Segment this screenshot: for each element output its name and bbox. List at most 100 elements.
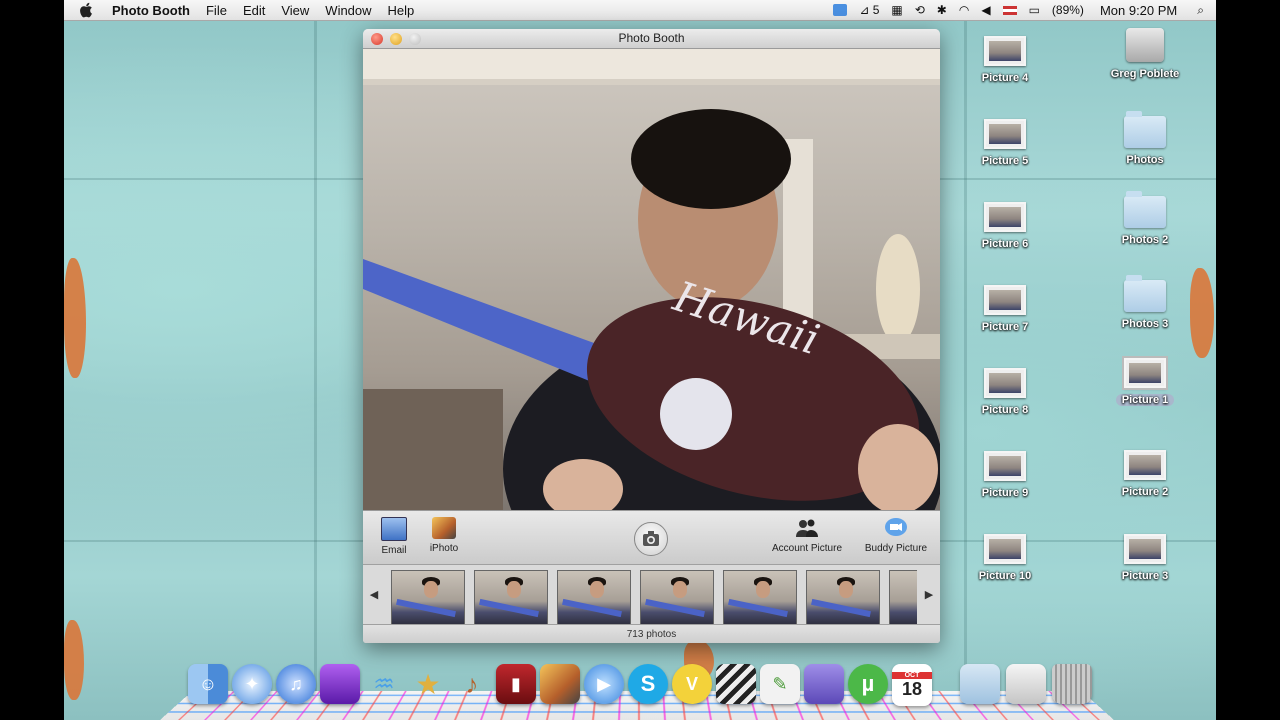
spaces-icon[interactable] xyxy=(833,4,848,16)
menu-edit[interactable]: Edit xyxy=(235,3,273,18)
volume-icon[interactable]: ◀ xyxy=(981,3,990,17)
thumbnail-image xyxy=(391,570,465,627)
menu-view[interactable]: View xyxy=(273,3,317,18)
downloads-folder-icon[interactable] xyxy=(960,664,1000,704)
camera-preview-image: Hawaii xyxy=(363,49,940,510)
desktop-picture-file[interactable]: Picture 7 xyxy=(955,285,1055,333)
imovie-icon[interactable]: ★ xyxy=(408,664,448,704)
photo-booth-window: Photo Booth Hawaii Email iPhoto Account … xyxy=(363,29,940,643)
status-area: ⊿ 5 ▦ ⟲ ✱ ◠ ◀ ▭ (89%) Mon 9:20 PM ⌕ xyxy=(827,3,1216,18)
account-people-icon xyxy=(796,519,818,537)
folder-icon xyxy=(1124,191,1166,228)
ical-month: OCT xyxy=(892,672,932,679)
menu-app-name[interactable]: Photo Booth xyxy=(104,3,198,18)
desktop-picture-file[interactable]: Picture 9 xyxy=(955,451,1055,499)
picture-file-icon xyxy=(1124,450,1166,480)
close-button[interactable] xyxy=(371,33,383,45)
photo-toolbar: Email iPhoto Account Picture Buddy Pictu… xyxy=(363,510,940,564)
desktop-folder[interactable]: Photos 2 xyxy=(1095,191,1195,246)
spotlight-icon[interactable]: ⌕ xyxy=(1197,3,1204,18)
picture-file-icon xyxy=(1124,534,1166,564)
desktop-icon-label: Photos 2 xyxy=(1121,234,1169,246)
desktop-picture-file[interactable]: Picture 3 xyxy=(1095,534,1195,582)
desktop-picture-file[interactable]: Picture 1 xyxy=(1095,356,1195,406)
input-flag-icon[interactable] xyxy=(1002,5,1017,15)
garageband-icon[interactable]: ♪ xyxy=(452,664,492,704)
desktop-picture-file[interactable]: Picture 8 xyxy=(955,368,1055,416)
window-titlebar[interactable]: Photo Booth xyxy=(363,29,940,49)
desktop-icon-label: Photos xyxy=(1126,154,1164,166)
utorrent-icon[interactable]: µ xyxy=(848,664,888,704)
zoom-button[interactable] xyxy=(409,33,421,45)
desktop-icon-label: Picture 8 xyxy=(981,404,1029,416)
documents-icon[interactable] xyxy=(1006,664,1046,704)
ical-icon[interactable]: OCT 18 xyxy=(892,664,932,706)
desktop-icon-label: Picture 6 xyxy=(981,238,1029,250)
trash-icon[interactable] xyxy=(1052,664,1092,704)
scroll-left-arrow[interactable]: ◀ xyxy=(363,565,385,625)
desktop: Photo Booth File Edit View Window Help ⊿… xyxy=(64,0,1216,720)
vlc-icon[interactable]: V xyxy=(672,664,712,704)
desktop-picture-file[interactable]: Picture 10 xyxy=(955,534,1055,582)
dashboard-icon[interactable]: ♒ xyxy=(364,664,404,704)
desktop-icon-label: Picture 3 xyxy=(1121,570,1169,582)
dock: ☺ ✦ ♫ ♒ ★ ♪ ▮ ▶ S V ✎ µ OCT 18 xyxy=(160,664,1114,720)
desktop-hard-drive[interactable]: Greg Poblete xyxy=(1095,28,1195,80)
dvd-player-icon[interactable]: ▮ xyxy=(496,664,536,704)
grid-icon[interactable]: ▦ xyxy=(891,3,902,17)
bluetooth-icon[interactable]: ✱ xyxy=(937,3,947,17)
take-photo-button[interactable] xyxy=(634,522,668,556)
desktop-picture-file[interactable]: Picture 4 xyxy=(955,36,1055,84)
desktop-icon-label: Picture 1 xyxy=(1115,394,1175,406)
menu-file[interactable]: File xyxy=(198,3,235,18)
adobe-count: 5 xyxy=(872,3,880,17)
thumbnail-image xyxy=(806,570,880,627)
account-picture-label: Account Picture xyxy=(771,543,843,554)
thumbnail-image xyxy=(474,570,548,627)
skype-icon[interactable]: S xyxy=(628,664,668,704)
safari-icon[interactable]: ✦ xyxy=(232,664,272,704)
desktop-folder[interactable]: Photos 3 xyxy=(1095,275,1195,330)
email-label: Email xyxy=(381,545,407,556)
desktop-icon-label: Photos 3 xyxy=(1121,318,1169,330)
scroll-right-arrow[interactable]: ▶ xyxy=(918,565,940,625)
buddy-picture-button[interactable]: Buddy Picture xyxy=(863,517,929,554)
time-machine-icon[interactable]: ⟲ xyxy=(915,3,925,17)
menu-help[interactable]: Help xyxy=(380,3,423,18)
menu-bar: Photo Booth File Edit View Window Help ⊿… xyxy=(64,0,1216,21)
thumbnail-image xyxy=(640,570,714,627)
desktop-picture-file[interactable]: Picture 2 xyxy=(1095,450,1195,498)
wallpaper-shape xyxy=(64,258,86,378)
stacks-icon[interactable] xyxy=(804,664,844,704)
apple-menu-icon[interactable] xyxy=(80,2,94,18)
adobe-updater-icon[interactable]: ⊿ 5 xyxy=(859,3,879,17)
textedit-icon[interactable]: ✎ xyxy=(760,664,800,704)
picture-file-icon xyxy=(984,202,1026,232)
app-icon[interactable] xyxy=(320,664,360,704)
wifi-icon[interactable]: ◠ xyxy=(959,3,969,17)
battery-icon[interactable]: ▭ xyxy=(1029,3,1040,17)
folder-icon xyxy=(1124,111,1166,148)
account-picture-button[interactable]: Account Picture xyxy=(771,517,843,554)
menu-window[interactable]: Window xyxy=(317,3,379,18)
desktop-icon-label: Picture 10 xyxy=(978,570,1032,582)
desktop-folder[interactable]: Photos xyxy=(1095,111,1195,166)
finder-icon[interactable]: ☺ xyxy=(188,664,228,704)
picture-file-icon xyxy=(984,451,1026,481)
final-cut-icon[interactable] xyxy=(716,664,756,704)
clock[interactable]: Mon 9:20 PM xyxy=(1100,3,1177,18)
desktop-picture-file[interactable]: Picture 6 xyxy=(955,202,1055,250)
iphoto-button[interactable]: iPhoto xyxy=(425,517,463,554)
iphoto-icon[interactable] xyxy=(540,664,580,704)
camera-icon xyxy=(643,531,659,546)
minimize-button[interactable] xyxy=(390,33,402,45)
window-title: Photo Booth xyxy=(618,31,685,45)
desktop-picture-file[interactable]: Picture 5 xyxy=(955,119,1055,167)
picture-file-icon xyxy=(984,285,1026,315)
itunes-icon[interactable]: ♫ xyxy=(276,664,316,704)
iphoto-icon xyxy=(432,517,456,539)
hard-drive-icon xyxy=(1126,28,1164,62)
ichat-icon[interactable]: ▶ xyxy=(584,664,624,704)
picture-file-icon xyxy=(1122,356,1168,390)
email-button[interactable]: Email xyxy=(377,517,411,556)
